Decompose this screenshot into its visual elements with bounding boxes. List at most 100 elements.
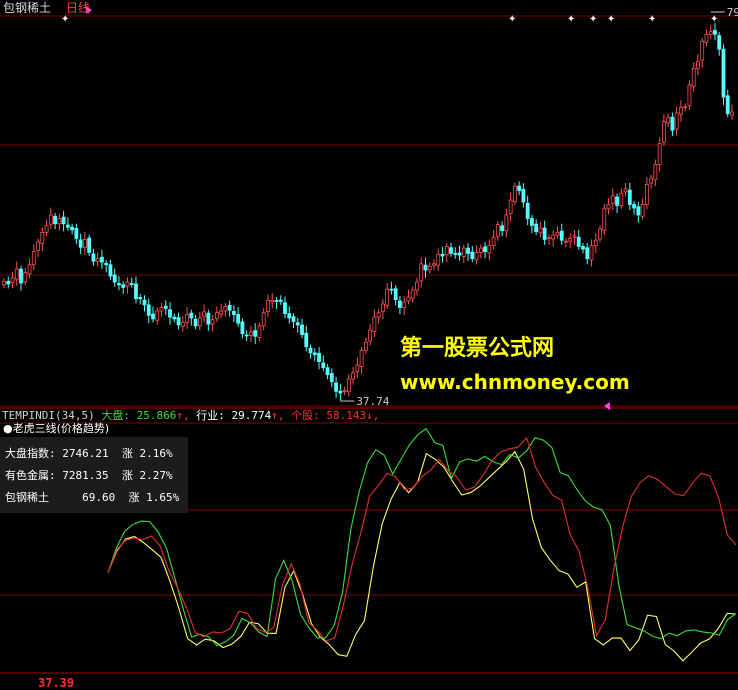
- stock-value: 58.143: [326, 409, 367, 422]
- candle-body: [666, 116, 671, 124]
- indicator-lines: [107, 427, 737, 662]
- candle-body: [317, 352, 321, 362]
- candle-body: [74, 228, 79, 239]
- info-value: 69.60: [82, 491, 116, 504]
- candle-body: [325, 367, 330, 376]
- info-change-label: 涨: [121, 469, 133, 482]
- candle-body: [555, 232, 560, 236]
- candle-body: [142, 299, 147, 306]
- candle-body: [91, 253, 96, 262]
- candle-body: [470, 251, 475, 260]
- candlestick-series: [2, 22, 734, 401]
- candle-body: [512, 185, 517, 202]
- candle-body: [585, 247, 590, 260]
- candle-body: [48, 214, 53, 225]
- watermark-title: 第一股票公式网: [400, 336, 555, 361]
- info-value: 7281.35: [62, 469, 109, 482]
- candle-body: [713, 29, 717, 35]
- low-price-label: 37.74: [356, 395, 389, 408]
- candle-body: [342, 389, 347, 393]
- candle-body: [176, 317, 181, 326]
- candle-body: [40, 232, 45, 244]
- candle-body: [725, 95, 730, 115]
- candle-body: [202, 311, 206, 318]
- candle-body: [278, 299, 283, 302]
- candle-body: [363, 341, 368, 351]
- candle-body: [721, 48, 726, 98]
- candle-body: [231, 311, 236, 315]
- signal-markers: ✦ ✦ ✦ ✦ ✦ ✦ ✦: [61, 6, 718, 410]
- candle-body: [483, 246, 487, 253]
- candle-body: [197, 317, 202, 327]
- candle-body: [70, 226, 75, 231]
- candle-body: [321, 362, 326, 369]
- candle-body: [351, 372, 355, 380]
- candle-body: [478, 247, 483, 253]
- candle-body: [163, 305, 168, 309]
- info-change: 2.16%: [139, 447, 173, 460]
- candle-body: [189, 312, 194, 319]
- candle-body: [125, 281, 130, 287]
- info-change: 2.27%: [139, 469, 173, 482]
- candle-body: [121, 284, 126, 288]
- signal-star-icon: ✦: [589, 14, 597, 25]
- candle-body: [406, 296, 411, 302]
- candle-body: [100, 256, 104, 263]
- candle-body: [508, 199, 513, 215]
- candle-body: [283, 302, 287, 315]
- info-row-stock: 包钢稀土 69.60 涨 1.65%: [5, 489, 179, 505]
- candle-body: [606, 204, 611, 210]
- candle-body: [504, 214, 509, 232]
- candle-body: [287, 313, 292, 319]
- candle-body: [381, 303, 385, 312]
- candle-body: [393, 288, 398, 301]
- candle-body: [691, 67, 696, 87]
- candle-body: [461, 247, 466, 257]
- candle-body: [427, 266, 432, 271]
- info-name: 大盘指数:: [5, 447, 56, 460]
- candle-body: [261, 312, 266, 327]
- candle-body: [355, 364, 360, 373]
- candle-body: [423, 264, 428, 271]
- candle-body: [138, 297, 143, 300]
- candle-body: [36, 241, 40, 251]
- candle-body: [372, 316, 377, 332]
- candle-body: [338, 390, 343, 394]
- candle-body: [253, 330, 258, 337]
- down-arrow-icon: ↓,: [366, 409, 380, 422]
- candle-body: [308, 347, 313, 354]
- candle-body: [368, 329, 373, 342]
- candle-body: [530, 218, 534, 226]
- candle-body: [730, 111, 734, 116]
- candle-body: [466, 247, 470, 254]
- info-row-market: 大盘指数: 2746.21 涨 2.16%: [5, 445, 173, 461]
- candle-body: [151, 313, 155, 320]
- candle-body: [95, 258, 100, 262]
- candle-body: [6, 280, 11, 285]
- market-value: 25.866: [136, 409, 177, 422]
- candle-body: [249, 331, 253, 336]
- candle-body: [653, 163, 658, 181]
- up-arrow-icon: ↑,: [176, 409, 190, 422]
- grid-lines: [0, 15, 738, 674]
- candle-body: [210, 319, 215, 325]
- signal-star-icon: ✦: [567, 14, 575, 25]
- market-line: [107, 450, 737, 662]
- candle-body: [291, 316, 296, 322]
- candle-body: [10, 277, 15, 284]
- candle-body: [44, 225, 49, 233]
- candle-body: [534, 223, 539, 232]
- market-label: 大盘:: [101, 409, 130, 422]
- period-label[interactable]: 日线: [66, 1, 90, 15]
- chart-canvas: ✦ ✦ ✦ ✦ ✦ ✦ ✦ 79.87 37.74: [0, 6, 738, 674]
- candle-body: [453, 252, 458, 255]
- candle-body: [23, 272, 28, 283]
- candle-body: [402, 301, 407, 308]
- candle-body: [214, 312, 219, 319]
- candle-body: [415, 281, 419, 291]
- info-value: 2746.21: [62, 447, 109, 460]
- candle-body: [593, 239, 598, 246]
- candle-body: [568, 238, 573, 242]
- candle-body: [82, 239, 87, 248]
- candle-body: [223, 306, 228, 312]
